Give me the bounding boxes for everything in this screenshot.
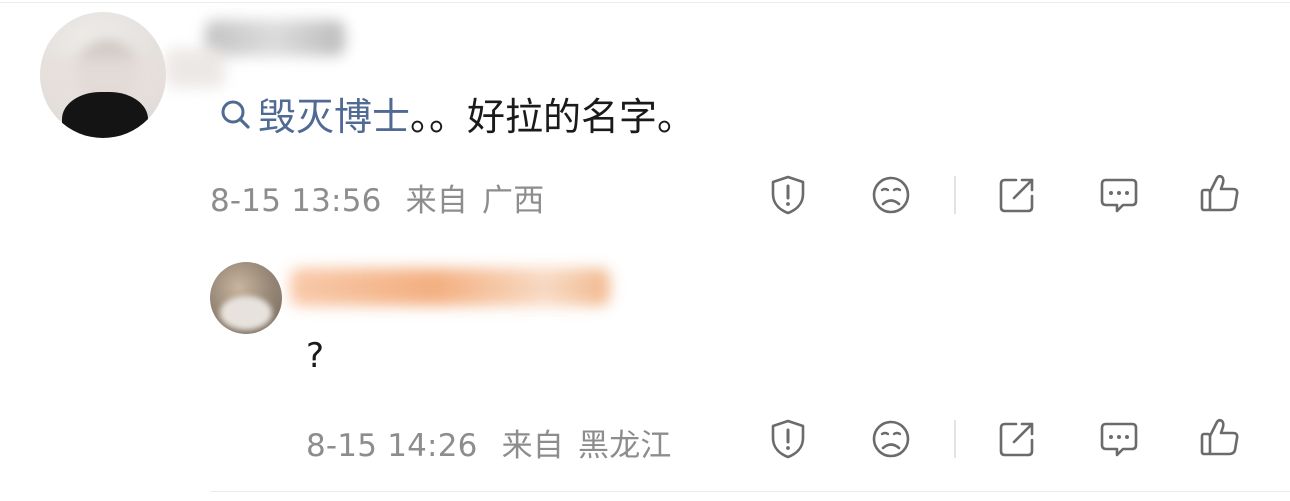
reply-location: 黑龙江: [578, 428, 672, 464]
redacted-username[interactable]: [290, 268, 610, 306]
comment-text: 毁灭博士 。。好拉的名字。: [218, 86, 696, 141]
comment-time: 8-15 13:56: [210, 183, 382, 219]
reply-text: ?: [306, 336, 325, 376]
sad-face-icon[interactable]: [870, 174, 912, 216]
sad-face-icon[interactable]: [870, 418, 912, 460]
redaction-blur: [165, 48, 225, 88]
actions-divider: [954, 176, 956, 214]
comment-body: 。。好拉的名字。: [410, 94, 696, 139]
shield-alert-icon[interactable]: [767, 174, 809, 216]
comment-location: 广西: [482, 183, 545, 219]
comment-icon[interactable]: [1098, 418, 1140, 460]
reply-source-prefix: 来自: [501, 428, 565, 464]
comment-icon[interactable]: [1098, 174, 1140, 216]
comment-meta: 8-15 13:56 来自 广西: [210, 175, 544, 220]
thumbs-up-icon[interactable]: [1199, 172, 1241, 214]
avatar-shirt: [62, 92, 148, 138]
top-divider: [0, 2, 1290, 3]
actions-divider: [954, 420, 956, 458]
share-icon[interactable]: [996, 418, 1038, 460]
avatar-blur: [220, 296, 272, 330]
search-icon[interactable]: [218, 96, 252, 130]
thumbs-up-icon[interactable]: [1199, 416, 1241, 458]
shield-alert-icon[interactable]: [767, 418, 809, 460]
replier-avatar[interactable]: [210, 262, 282, 334]
comment-source-prefix: 来自: [405, 183, 469, 219]
search-keyword-link[interactable]: 毁灭博士: [258, 86, 410, 141]
share-icon[interactable]: [996, 174, 1038, 216]
redacted-username[interactable]: [205, 20, 345, 56]
bottom-divider: [210, 491, 1290, 492]
commenter-avatar[interactable]: [40, 12, 166, 138]
reply-time: 8-15 14:26: [306, 428, 478, 464]
reply-meta: 8-15 14:26 来自 黑龙江: [306, 420, 672, 465]
